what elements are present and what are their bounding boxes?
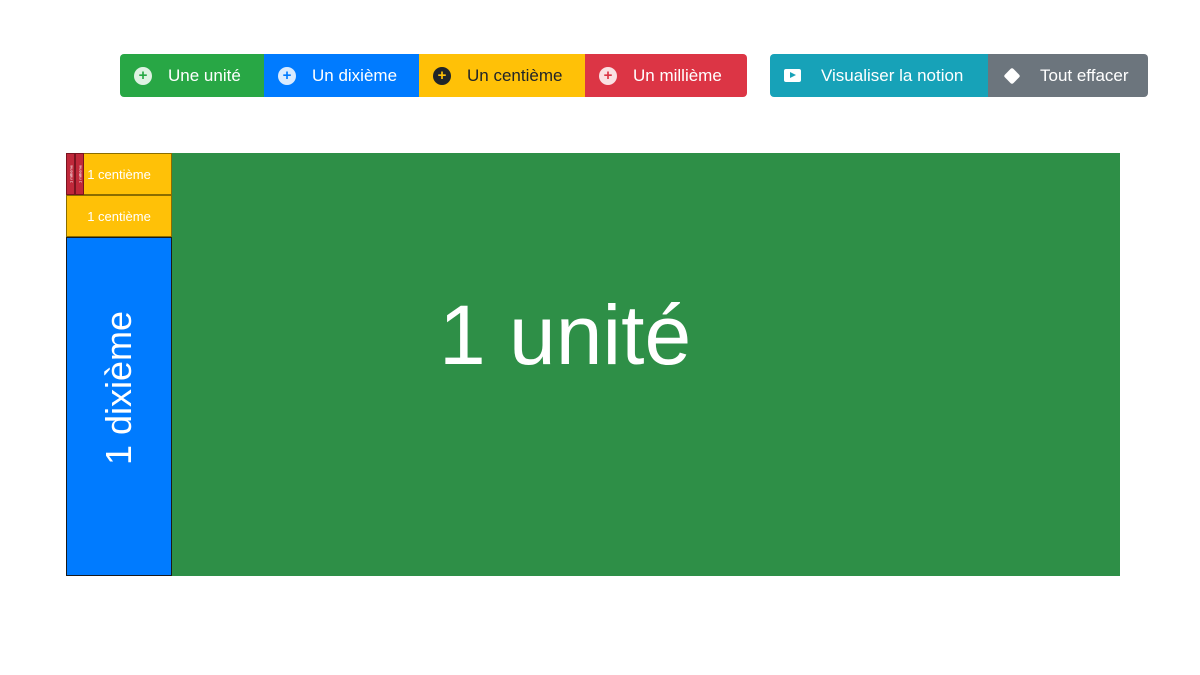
clear-all-button[interactable]: Tout effacer (988, 54, 1148, 97)
actions-toolbar: Visualiser la notion Tout effacer (770, 54, 1148, 97)
eraser-icon (1003, 67, 1021, 84)
blocks-canvas: 1 unité 1 dixième 1 centième 1 centième … (66, 153, 1120, 576)
thousandth-block-label: 1 millième (77, 164, 82, 184)
clear-all-label: Tout effacer (1040, 65, 1129, 85)
add-tenth-label: Un dixième (312, 65, 398, 85)
play-icon (784, 69, 801, 82)
add-thousandth-button[interactable]: + Un millième (585, 54, 747, 97)
hundredth-block-label: 1 centième (87, 166, 151, 182)
visualize-label: Visualiser la notion (821, 65, 964, 85)
visualize-button[interactable]: Visualiser la notion (770, 54, 988, 97)
hundredth-block[interactable]: 1 centième (66, 195, 172, 237)
thousandth-block-label: 1 millième (68, 164, 73, 184)
add-thousandth-label: Un millième (633, 65, 722, 85)
add-unit-label: Une unité (168, 65, 241, 85)
add-hundredth-button[interactable]: + Un centième (419, 54, 585, 97)
tenth-block[interactable]: 1 dixième (66, 237, 172, 576)
plus-circle-icon: + (599, 66, 617, 85)
plus-circle-icon: + (134, 66, 152, 85)
thousandth-block[interactable]: 1 millième (75, 153, 84, 195)
plus-circle-icon: + (433, 66, 451, 85)
add-blocks-toolbar: + Une unité + Un dixième + Un centième +… (120, 54, 747, 97)
hundredth-block-label: 1 centième (87, 208, 151, 224)
unit-block[interactable]: 1 unité (66, 153, 1120, 576)
tenth-block-label: 1 dixième (98, 310, 139, 466)
add-unit-button[interactable]: + Une unité (120, 54, 264, 97)
thousandth-block[interactable]: 1 millième (66, 153, 75, 195)
plus-circle-icon: + (278, 66, 296, 85)
add-hundredth-label: Un centième (467, 65, 563, 85)
unit-block-label: 1 unité (439, 288, 692, 382)
add-tenth-button[interactable]: + Un dixième (264, 54, 419, 97)
